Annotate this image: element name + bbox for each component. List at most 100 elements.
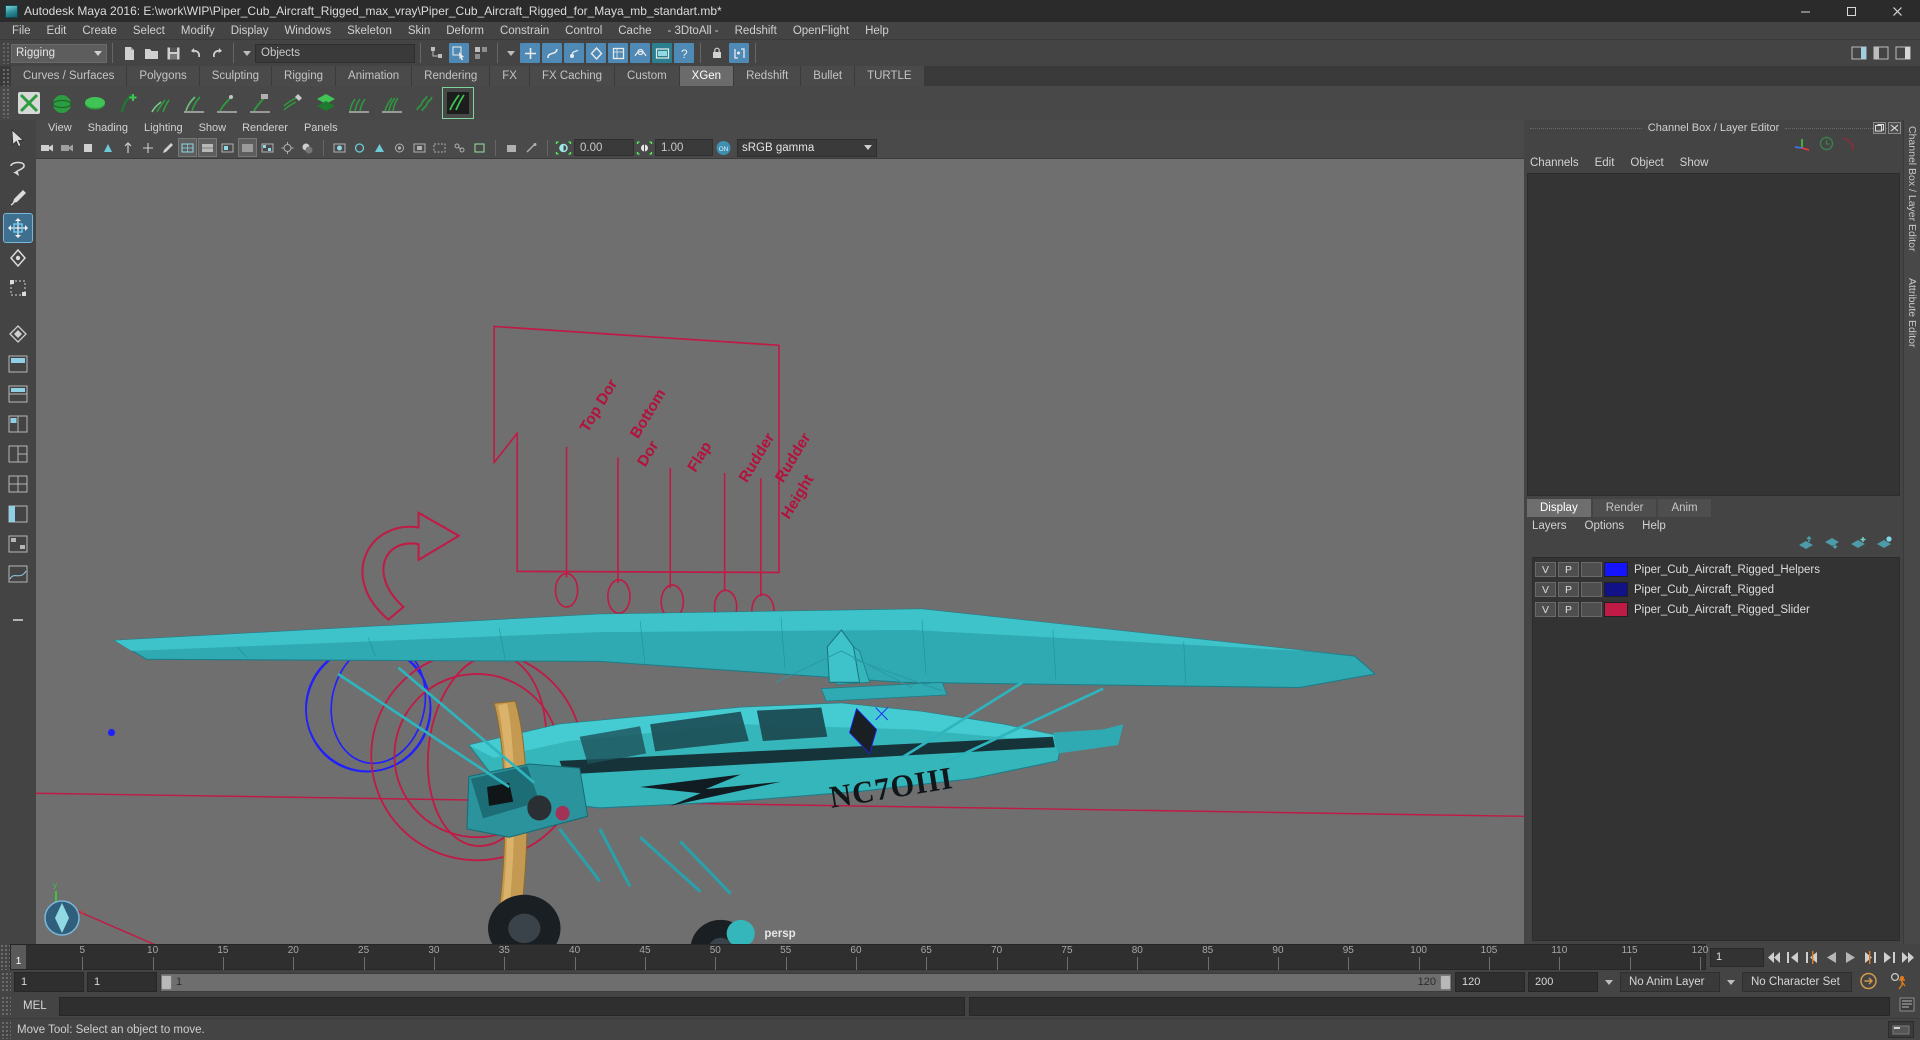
range-slider-bar[interactable]: 1 120 [160,972,1452,992]
shelf-tab-curves-surfaces[interactable]: Curves / Surfaces [11,66,127,86]
layer-playback-toggle[interactable]: P [1558,602,1579,617]
command-output-field[interactable] [968,996,1890,1016]
arc-icon[interactable] [1841,136,1857,154]
anim-end-time-field[interactable]: 200 [1528,972,1598,992]
object-select-button[interactable] [449,43,469,63]
xgen-noise-button[interactable] [410,88,440,118]
menu-control[interactable]: Control [557,22,610,40]
smooth-shade-selected-icon[interactable] [218,138,237,157]
xgen-guide-tool-3[interactable] [212,88,242,118]
textured-mode-icon[interactable] [258,138,277,157]
channelbox-menu-show[interactable]: Show [1680,157,1719,169]
shelf-tab-bullet[interactable]: Bullet [801,66,855,86]
grease-pencil-icon[interactable] [158,138,177,157]
shelf-tab-turtle[interactable]: TURTLE [855,66,924,86]
snap-to-point-button[interactable] [564,43,584,63]
use-lights-icon[interactable] [278,138,297,157]
move-layer-down-icon[interactable] [1824,536,1841,553]
layer-visibility-toggle[interactable]: V [1535,582,1556,597]
panel-close-button[interactable] [1888,122,1901,134]
last-tool-used[interactable] [4,320,32,348]
isolate-select-icon[interactable] [410,138,429,157]
layer-visibility-toggle[interactable]: V [1535,602,1556,617]
new-layer-icon[interactable] [1850,536,1867,553]
viewport-menu-panels[interactable]: Panels [296,120,346,137]
step-forward-keyframe-button[interactable] [1880,947,1897,967]
xgen-guide-tool-4[interactable] [245,88,275,118]
menu-skin[interactable]: Skin [400,22,438,40]
xgen-density-button[interactable] [344,88,374,118]
layer-row-rigged[interactable]: V P Piper_Cub_Aircraft_Rigged [1533,580,1899,600]
layer-color-swatch[interactable] [1604,602,1628,617]
time-slider[interactable]: 1 5 10 15 20 25 30 35 40 45 50 55 60 65 70 75 80 85 90 95 1… [10,944,1708,970]
anim-start-time-field[interactable]: 1 [14,972,84,992]
view-compass-icon[interactable] [42,898,82,938]
anim-layer-chevron-icon[interactable] [1605,979,1613,985]
wireframe-shading-icon[interactable] [178,138,197,157]
shaded-mode-icon[interactable] [238,138,257,157]
vertical-tab-channel-box[interactable]: Channel Box / Layer Editor [1906,126,1918,252]
color-management-toggle[interactable]: ON [714,138,733,157]
select-camera-icon[interactable] [38,138,57,157]
shelf-tab-custom[interactable]: Custom [615,66,679,86]
shelf-row-grip[interactable] [2,88,11,118]
menu-file[interactable]: File [4,22,39,40]
layer-playback-toggle[interactable]: P [1558,582,1579,597]
layer-playback-toggle[interactable]: P [1558,562,1579,577]
hierarchy-select-button[interactable] [427,43,447,63]
go-to-start-button[interactable] [1766,947,1783,967]
select-tool[interactable] [4,124,32,152]
xgen-sphere-button[interactable] [47,88,77,118]
close-button[interactable] [1874,0,1920,22]
menu-deform[interactable]: Deform [438,22,492,40]
time-slider-grip[interactable] [0,944,10,970]
layout-hypergraph[interactable] [4,530,32,558]
layer-tab-anim[interactable]: Anim [1658,498,1711,517]
sidebar-attribute-editor-toggle[interactable] [1849,43,1869,63]
sidebar-tool-settings-toggle[interactable] [1871,43,1891,63]
layer-menu-layers[interactable]: Layers [1532,520,1567,532]
undo-button[interactable] [185,43,205,63]
channelbox-menu-object[interactable]: Object [1630,157,1673,169]
bookmark-icon[interactable] [98,138,117,157]
smooth-shade-all-icon[interactable] [198,138,217,157]
channelbox-menu-edit[interactable]: Edit [1595,157,1625,169]
snap-to-projected-center-button[interactable] [586,43,606,63]
exposure-value-field[interactable]: 0.00 [574,139,634,156]
anim-layer-selector[interactable]: No Anim Layer [1620,972,1720,992]
lasso-tool[interactable] [4,154,32,182]
current-frame-field[interactable]: 1 [1710,947,1764,967]
layer-tab-render[interactable]: Render [1592,498,1657,517]
menu-edit[interactable]: Edit [39,22,75,40]
layer-color-swatch[interactable] [1604,582,1628,597]
menu-windows[interactable]: Windows [276,22,339,40]
layout-persp-graph[interactable] [4,560,32,588]
menu-help[interactable]: Help [857,22,897,40]
two-d-pan-zoom-icon[interactable] [138,138,157,157]
statusline-grip[interactable] [2,42,11,64]
persp-viewport[interactable]: Top Dor Bottom Dor Flap Rudder Rudder He… [36,159,1524,944]
xgen-add-guide-button[interactable] [113,88,143,118]
menuset-selector[interactable]: Rigging [11,43,107,63]
layer-menu-options[interactable]: Options [1585,520,1625,532]
step-back-frame-button[interactable] [1804,947,1821,967]
image-plane-icon[interactable] [118,138,137,157]
snap-options-chevron-icon[interactable] [507,50,515,56]
viewport-menu-show[interactable]: Show [191,120,235,137]
menu-display[interactable]: Display [223,22,277,40]
shelf-tab-rigging[interactable]: Rigging [272,66,336,86]
xgen-stack-button[interactable] [311,88,341,118]
component-select-button[interactable] [471,43,491,63]
lock-camera-icon[interactable] [58,138,77,157]
character-set-chevron-icon[interactable] [1727,979,1735,985]
panel-undock-button[interactable] [1873,122,1886,134]
help-line-grip[interactable] [1,1020,11,1039]
viewport-menu-lighting[interactable]: Lighting [136,120,191,137]
menu-3dtoall[interactable]: - 3DtoAll - [660,22,727,40]
maximize-button[interactable] [1828,0,1874,22]
range-start-handle[interactable] [161,974,172,990]
xgen-disc-button[interactable] [80,88,110,118]
open-scene-button[interactable] [141,43,161,63]
range-slider-grip[interactable] [1,972,11,992]
layout-outliner-persp[interactable] [4,500,32,528]
